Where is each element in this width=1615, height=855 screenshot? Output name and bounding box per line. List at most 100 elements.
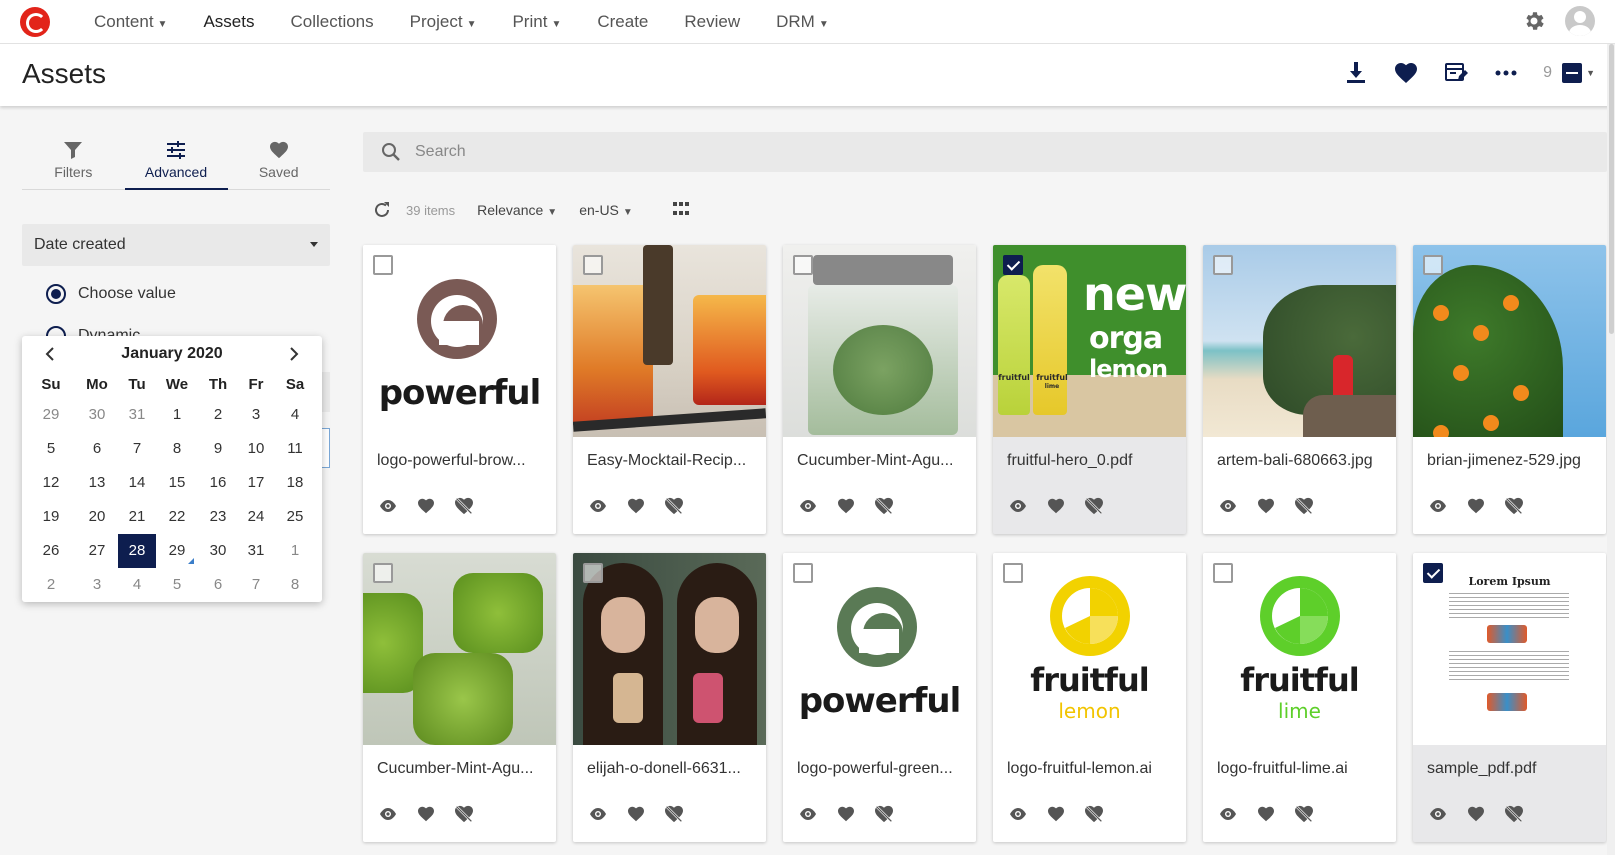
asset-checkbox[interactable] (583, 563, 603, 583)
calendar-day[interactable]: 19 (26, 500, 76, 534)
unfavorite-heart-icon[interactable] (1083, 803, 1105, 825)
asset-checkbox[interactable] (1003, 255, 1023, 275)
asset-filename[interactable]: logo-powerful-brow... (377, 452, 547, 470)
asset-filename[interactable]: sample_pdf.pdf (1427, 760, 1597, 778)
favorite-heart-icon[interactable] (1393, 60, 1419, 86)
nav-project[interactable]: Project ▼ (392, 12, 495, 32)
calendar-day[interactable]: 2 (198, 398, 238, 432)
favorite-heart-icon[interactable] (1255, 495, 1277, 517)
edit-metadata-icon[interactable] (1443, 60, 1469, 86)
sort-select[interactable]: Relevance ▼ (477, 202, 557, 218)
calendar-day[interactable]: 14 (118, 466, 156, 500)
calendar-day[interactable]: 29 (26, 398, 76, 432)
calendar-day[interactable]: 30 (76, 398, 118, 432)
calendar-day[interactable]: 1 (274, 534, 316, 568)
calendar-day[interactable]: 31 (238, 534, 274, 568)
calendar-day[interactable]: 5 (26, 432, 76, 466)
favorite-heart-icon[interactable] (415, 803, 437, 825)
unfavorite-heart-icon[interactable] (453, 803, 475, 825)
calendar-day[interactable]: 30 (198, 534, 238, 568)
calendar-day[interactable]: 17 (238, 466, 274, 500)
preview-eye-icon[interactable] (377, 495, 399, 517)
preview-eye-icon[interactable] (587, 803, 609, 825)
calendar-day[interactable]: 16 (198, 466, 238, 500)
nav-create[interactable]: Create (579, 12, 666, 32)
preview-eye-icon[interactable] (1217, 803, 1239, 825)
preview-eye-icon[interactable] (1007, 495, 1029, 517)
unfavorite-heart-icon[interactable] (1293, 803, 1315, 825)
unfavorite-heart-icon[interactable] (1293, 495, 1315, 517)
grid-view-icon[interactable] (672, 202, 689, 218)
preview-eye-icon[interactable] (797, 803, 819, 825)
asset-card[interactable]: brian-jimenez-529.jpg (1413, 245, 1606, 534)
favorite-heart-icon[interactable] (415, 495, 437, 517)
unfavorite-heart-icon[interactable] (1503, 803, 1525, 825)
previous-month-icon[interactable] (38, 342, 62, 366)
asset-card[interactable]: elijah-o-donell-6631... (573, 553, 766, 842)
calendar-day[interactable]: 22 (156, 500, 198, 534)
nav-drm[interactable]: DRM ▼ (758, 12, 847, 32)
calendar-day[interactable]: 6 (198, 568, 238, 602)
calendar-day[interactable]: 29 (156, 534, 198, 568)
radio-choose-value[interactable]: Choose value (46, 284, 176, 304)
favorite-heart-icon[interactable] (1255, 803, 1277, 825)
calendar-day[interactable]: 18 (274, 466, 316, 500)
calendar-day[interactable]: 9 (198, 432, 238, 466)
calendar-day[interactable]: 13 (76, 466, 118, 500)
nav-print[interactable]: Print ▼ (494, 12, 579, 32)
asset-filename[interactable]: logo-fruitful-lime.ai (1217, 760, 1387, 778)
nav-review[interactable]: Review (666, 12, 758, 32)
asset-checkbox[interactable] (373, 255, 393, 275)
user-avatar[interactable] (1565, 6, 1595, 36)
tab-saved[interactable]: Saved (227, 138, 330, 189)
calendar-day[interactable]: 4 (274, 398, 316, 432)
preview-eye-icon[interactable] (1427, 803, 1449, 825)
calendar-day[interactable]: 27 (76, 534, 118, 568)
refresh-icon[interactable] (372, 200, 392, 220)
calendar-day[interactable]: 20 (76, 500, 118, 534)
more-options-icon[interactable] (1493, 60, 1519, 86)
search-input[interactable]: Search (415, 143, 466, 161)
asset-filename[interactable]: fruitful-hero_0.pdf (1007, 452, 1177, 470)
asset-checkbox[interactable] (1213, 563, 1233, 583)
preview-eye-icon[interactable] (377, 803, 399, 825)
asset-filename[interactable]: Cucumber-Mint-Agu... (377, 760, 547, 778)
asset-filename[interactable]: logo-powerful-green... (797, 760, 967, 778)
asset-card[interactable]: Cucumber-Mint-Agu... (363, 553, 556, 842)
settings-gear-icon[interactable] (1519, 6, 1549, 36)
nav-assets[interactable]: Assets (185, 12, 272, 32)
asset-card[interactable]: powerful logo-powerful-brow... (363, 245, 556, 534)
scrollbar[interactable] (1607, 44, 1615, 855)
favorite-heart-icon[interactable] (1465, 495, 1487, 517)
calendar-day[interactable]: 15 (156, 466, 198, 500)
filter-field-select[interactable]: Date created (22, 224, 330, 266)
calendar-day[interactable]: 3 (238, 398, 274, 432)
calendar-day[interactable]: 3 (76, 568, 118, 602)
preview-eye-icon[interactable] (587, 495, 609, 517)
calendar-day[interactable]: 5 (156, 568, 198, 602)
asset-card[interactable]: artem-bali-680663.jpg (1203, 245, 1396, 534)
preview-eye-icon[interactable] (1427, 495, 1449, 517)
favorite-heart-icon[interactable] (1465, 803, 1487, 825)
asset-filename[interactable]: Easy-Mocktail-Recip... (587, 452, 757, 470)
favorite-heart-icon[interactable] (1045, 495, 1067, 517)
unfavorite-heart-icon[interactable] (873, 495, 895, 517)
tab-advanced[interactable]: Advanced (124, 138, 228, 190)
next-month-icon[interactable] (282, 342, 306, 366)
calendar-day[interactable]: 8 (156, 432, 198, 466)
tab-filters[interactable]: Filters (22, 138, 125, 189)
asset-card[interactable]: fruitful lemon logo-fruitful-lemon.ai (993, 553, 1186, 842)
asset-checkbox[interactable] (1213, 255, 1233, 275)
calendar-day[interactable]: 21 (118, 500, 156, 534)
unfavorite-heart-icon[interactable] (663, 803, 685, 825)
asset-card[interactable]: powerful logo-powerful-green... (783, 553, 976, 842)
calendar-day[interactable]: 23 (198, 500, 238, 534)
calendar-month-title[interactable]: January 2020 (121, 345, 222, 363)
unfavorite-heart-icon[interactable] (1503, 495, 1525, 517)
asset-filename[interactable]: Cucumber-Mint-Agu... (797, 452, 967, 470)
asset-filename[interactable]: artem-bali-680663.jpg (1217, 452, 1387, 470)
scrollbar-thumb[interactable] (1609, 44, 1614, 334)
calendar-day[interactable]: 24 (238, 500, 274, 534)
nav-collections[interactable]: Collections (272, 12, 391, 32)
favorite-heart-icon[interactable] (1045, 803, 1067, 825)
